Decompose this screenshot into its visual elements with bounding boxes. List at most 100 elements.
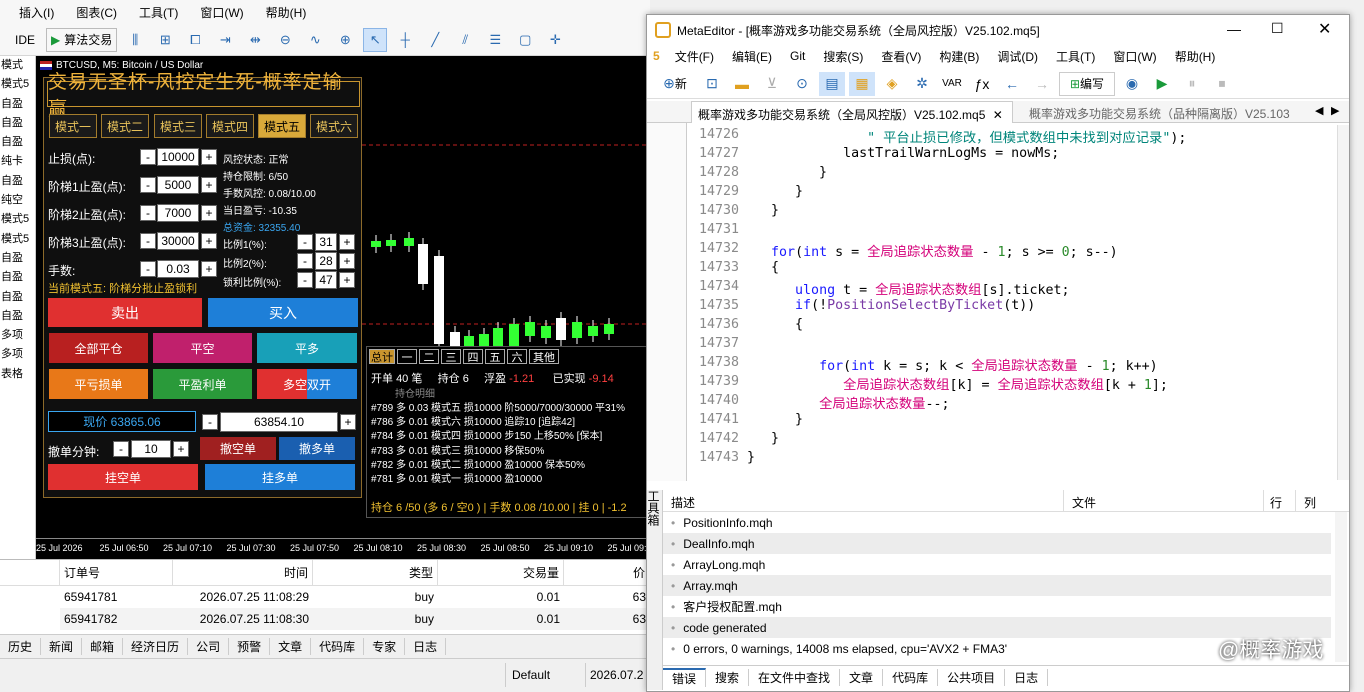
stats-tab[interactable]: 三 [441,349,461,364]
output-tab[interactable]: 公共项目 [938,669,1006,686]
cell-type[interactable]: buy [313,586,438,608]
toolbox-tab[interactable]: 经济日历 [123,638,189,655]
tp2-minus[interactable]: - [140,205,156,221]
close-long-button[interactable]: 平多 [257,333,357,363]
more-tools-icon[interactable]: ✛ [543,28,567,52]
stats-tab[interactable]: 六 [507,349,527,364]
code-line[interactable]: if(!PositionSelectByTicket(t)) [747,298,1035,313]
code-line[interactable]: " 平台止损已修改，但模式数组中未找到对应记录"); [747,127,1186,146]
navigator-item[interactable]: 自盈 [0,95,35,114]
editor-menu-item[interactable]: 查看(V) [872,48,930,65]
navigator-item[interactable]: 模式5 [0,210,35,229]
toolbox-tab[interactable]: 新闻 [41,638,83,655]
col-file[interactable]: 文件 [1063,490,1104,512]
code-line[interactable]: } [747,431,779,446]
code-line[interactable]: { [747,317,803,332]
tab-scroll-left-icon[interactable]: ◀ [1315,104,1323,117]
code-line[interactable]: ulong t = 全局追踪状态数组[s].ticket; [747,279,1070,298]
navigator-item[interactable]: 模式5 [0,75,35,94]
navigator-item[interactable]: 自盈 [0,268,35,287]
col-price[interactable]: 价 [564,560,650,586]
var-icon[interactable]: VAR [939,72,965,96]
col-line[interactable]: 行 [1263,490,1288,512]
stats-tab[interactable]: 五 [485,349,505,364]
close-short-button[interactable]: 平空 [153,333,252,363]
output-tab[interactable]: 代码库 [883,669,939,686]
navigator-item[interactable]: 纯卡 [0,152,35,171]
navigator-item[interactable]: 模式5 [0,230,35,249]
pending-long-button[interactable]: 挂多单 [205,464,355,490]
tp3-plus[interactable]: + [201,233,217,249]
bar-chart-icon[interactable]: ⫼ [123,28,147,52]
cell-order[interactable]: 65941782 [60,608,173,630]
mark-icon[interactable]: ◈ [879,72,905,96]
cancel-minutes-plus[interactable]: + [173,441,189,457]
price-plus[interactable]: + [340,414,356,430]
output-row[interactable]: • DealInfo.mqh [663,533,1331,554]
navigator-toggle-icon[interactable]: ▤ [819,71,845,96]
mode-1-button[interactable]: 模式一 [49,114,97,138]
position-row[interactable]: #783 多 0.01 模式三 损10000 移保50% [371,442,544,457]
editor-menu-item[interactable]: 工具(T) [1047,48,1104,65]
editor-menu-item[interactable]: Git [781,49,814,63]
code-line[interactable]: { [747,260,779,275]
navigator-item[interactable]: 表格 [0,365,35,384]
code-line[interactable]: 全局追踪状态数组[k] = 全局追踪状态数组[k + 1]; [747,374,1168,393]
close-icon[interactable]: ✕ [1318,19,1331,39]
stats-tab[interactable]: 总计 [369,349,395,364]
navigator-item[interactable]: 模式 [0,56,35,75]
zoom-out-icon[interactable]: ⊖ [273,28,297,52]
zoom-in-icon[interactable]: ⊕ [333,28,357,52]
editor-menu-item[interactable]: 窗口(W) [1104,48,1165,65]
cancel-minutes-input[interactable]: 10 [131,440,171,458]
function-icon[interactable]: ƒx [969,72,995,96]
toolbox-tab[interactable]: 代码库 [311,638,365,655]
col-type[interactable]: 类型 [313,560,438,586]
cell-order[interactable]: 65941781 [60,586,173,608]
mode-4-button[interactable]: 模式四 [206,114,254,138]
cursor-icon[interactable]: ↖ [363,27,388,52]
col-time[interactable]: 时间 [173,560,313,586]
menu-help[interactable]: 帮助(H) [257,4,316,21]
cell-time[interactable]: 2026.07.25 11:08:30 [173,608,313,630]
navigator-item[interactable]: 自盈 [0,249,35,268]
price-minus[interactable]: - [202,414,218,430]
navigator-item[interactable]: 自盈 [0,307,35,326]
tp2-plus[interactable]: + [201,205,217,221]
stop-loss-minus[interactable]: - [140,149,156,165]
lots-input[interactable]: 0.03 [157,260,199,278]
toolbox-toggle-icon[interactable]: ▦ [849,71,875,96]
shapes-icon[interactable]: ▢ [513,28,537,52]
position-row[interactable]: #784 多 0.01 模式四 损10000 步150 上移50% [保本] [371,427,602,442]
editor-menu-item[interactable]: 编辑(E) [723,48,781,65]
pause-icon[interactable]: ⏸ [1179,72,1205,96]
cell-price[interactable]: 63 [564,608,650,630]
indicator-icon[interactable]: ∿ [303,28,327,52]
output-tab[interactable]: 搜索 [706,669,750,686]
mode-5-button[interactable]: 模式五 [258,114,306,138]
algo-trading-button[interactable]: ▶ 算法交易 [46,27,118,52]
output-row[interactable]: • Array.mqh [663,575,1331,596]
close-profit-button[interactable]: 平盈利单 [153,369,252,399]
output-row[interactable]: • ArrayLong.mqh [663,554,1331,575]
ide-button[interactable]: IDE [10,28,40,52]
cell-type[interactable]: buy [313,608,438,630]
col-column[interactable]: 列 [1295,490,1324,512]
ratio2-minus[interactable]: - [297,253,313,269]
save-icon[interactable]: ⊙ [789,72,815,96]
chart-shift-icon[interactable]: ⇹ [243,28,267,52]
cancel-minutes-minus[interactable]: - [113,441,129,457]
menu-charts[interactable]: 图表(C) [67,4,126,21]
menu-insert[interactable]: 插入(I) [10,4,63,21]
toolbox-tab[interactable]: 公司 [188,638,230,655]
toolbox-tab[interactable]: 邮箱 [82,638,124,655]
code-line[interactable]: } [747,165,827,180]
menu-tools[interactable]: 工具(T) [130,4,187,21]
output-tab[interactable]: 错误 [663,668,707,687]
lots-minus[interactable]: - [140,261,156,277]
code-line[interactable]: for(int s = 全局追踪状态数量 - 1; s >= 0; s--) [747,241,1118,260]
back-icon[interactable]: ← [999,72,1025,96]
cancel-long-button[interactable]: 撤多单 [279,437,355,460]
stop-loss-plus[interactable]: + [201,149,217,165]
magic-icon[interactable]: ✲ [909,72,935,96]
